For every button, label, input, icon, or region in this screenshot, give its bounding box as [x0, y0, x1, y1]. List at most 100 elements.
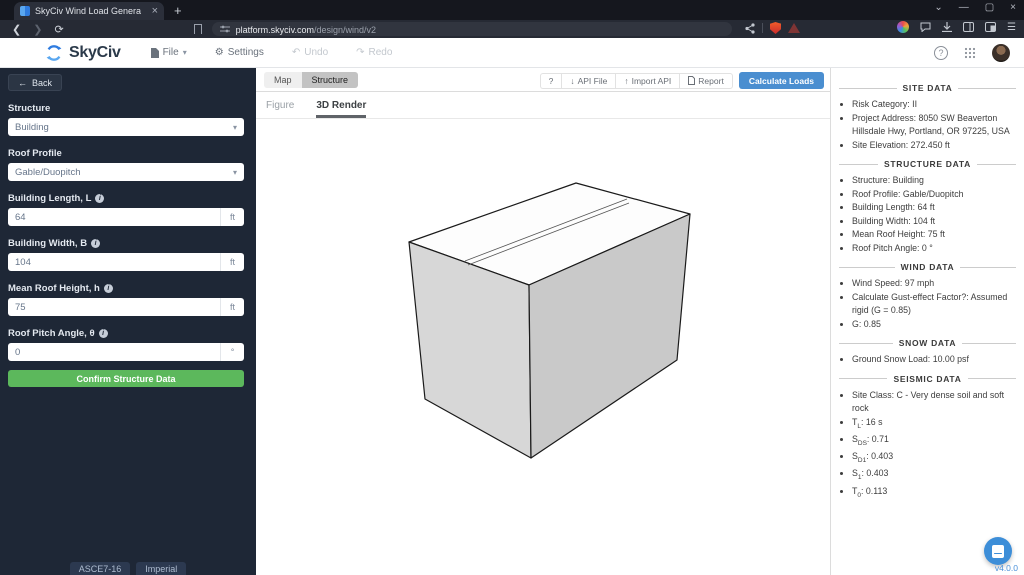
- browser-tab-bar: SkyCiv Wind Load Genera × + ⌄ — ▢ ×: [0, 0, 1024, 20]
- chevron-down-icon: ▾: [183, 48, 187, 57]
- file-icon: [151, 48, 159, 58]
- roof-profile-select[interactable]: Gable/Duopitch ▾: [8, 163, 244, 181]
- tab-group-icon[interactable]: [985, 22, 996, 32]
- bookmark-icon[interactable]: [194, 24, 202, 34]
- roof-pitch-angle-label: Roof Pitch Angle, θ i: [8, 328, 248, 339]
- help-icon[interactable]: ?: [934, 46, 948, 60]
- redo-button: ↷ Redo: [356, 47, 392, 58]
- skyciv-logo-icon: [45, 44, 63, 62]
- list-item: Building Length: 64 ft: [852, 201, 1016, 215]
- info-icon[interactable]: i: [99, 329, 108, 338]
- help-button[interactable]: ?: [540, 73, 562, 89]
- brand-name: SkyCiv: [69, 44, 121, 62]
- window-minimize-icon[interactable]: —: [959, 2, 969, 13]
- gear-icon: ⚙: [215, 47, 224, 58]
- tab-structure[interactable]: Structure: [302, 72, 359, 88]
- structure-data-header: STRUCTURE DATA: [839, 159, 1016, 169]
- list-item: T0: 0.113: [852, 485, 1016, 502]
- shield-extension-icon[interactable]: [770, 22, 781, 34]
- import-api-button[interactable]: ↑ Import API: [615, 73, 679, 89]
- list-item: Structure: Building: [852, 174, 1016, 188]
- chat-icon[interactable]: [920, 22, 931, 32]
- structure-data-list: Structure: Building Roof Profile: Gable/…: [839, 174, 1016, 255]
- share-icon[interactable]: [745, 23, 755, 34]
- skyciv-logo[interactable]: SkyCiv: [45, 44, 121, 62]
- divider: [762, 23, 763, 33]
- report-doc-icon: [688, 76, 695, 85]
- window-close-icon[interactable]: ×: [1010, 2, 1016, 13]
- info-icon[interactable]: i: [95, 194, 104, 203]
- apps-grid-icon[interactable]: [964, 47, 976, 59]
- info-icon[interactable]: i: [104, 284, 113, 293]
- roof-pitch-angle-input[interactable]: [8, 344, 220, 360]
- site-data-list: Risk Category: II Project Address: 8050 …: [839, 98, 1016, 152]
- api-file-button[interactable]: ↓ API File: [561, 73, 615, 89]
- nav-reload-icon[interactable]: ⟳: [54, 23, 63, 36]
- building-length-input[interactable]: [8, 209, 220, 225]
- confirm-structure-data-button[interactable]: Confirm Structure Data: [8, 370, 244, 387]
- tab-figure[interactable]: Figure: [266, 100, 294, 118]
- list-item: Roof Pitch Angle: 0 °: [852, 242, 1016, 256]
- structure-label: Structure: [8, 103, 248, 114]
- app-header: SkyCiv File ▾ ⚙ Settings ↶ Undo ↷ Redo: [0, 38, 1024, 68]
- seismic-data-list: Site Class: C - Very dense soil and soft…: [839, 389, 1016, 502]
- chevron-down-icon: ▾: [233, 123, 237, 132]
- file-menu[interactable]: File ▾: [151, 47, 187, 58]
- chat-fab-icon: [992, 545, 1004, 558]
- list-item: S1: 0.403: [852, 467, 1016, 484]
- user-avatar[interactable]: [992, 44, 1010, 62]
- roof-pitch-angle-field: °: [8, 343, 244, 361]
- nav-back-icon[interactable]: ❮: [12, 23, 21, 36]
- download-icon[interactable]: [942, 22, 952, 32]
- building-width-label: Building Width, B i: [8, 238, 248, 249]
- chevron-down-icon: ▾: [233, 168, 237, 177]
- list-item: Ground Snow Load: 10.00 psf: [852, 353, 1016, 367]
- nav-forward-icon: ❯: [33, 23, 42, 36]
- calculate-loads-button[interactable]: Calculate Loads: [739, 72, 824, 89]
- tab-close-icon[interactable]: ×: [152, 6, 158, 16]
- render-tabs: Figure 3D Render: [256, 92, 830, 119]
- chat-fab-button[interactable]: [984, 537, 1012, 565]
- list-item: Building Width: 104 ft: [852, 215, 1016, 229]
- browser-tab[interactable]: SkyCiv Wind Load Genera ×: [14, 2, 164, 20]
- address-bar[interactable]: platform.skyciv.com/design/wind/v2: [212, 22, 732, 36]
- browser-profile-avatar[interactable]: [897, 21, 909, 33]
- list-item: Mean Roof Height: 75 ft: [852, 228, 1016, 242]
- browser-menu-icon[interactable]: ☰: [1007, 22, 1016, 33]
- window-menu-icon[interactable]: ⌄: [934, 2, 942, 13]
- back-button[interactable]: ← Back: [8, 74, 62, 91]
- building-width-input[interactable]: [8, 254, 220, 270]
- roof-profile-label: Roof Profile: [8, 148, 248, 159]
- mean-roof-height-field: ft: [8, 298, 244, 316]
- undo-icon: ↶: [292, 47, 300, 58]
- list-item: Roof Profile: Gable/Duopitch: [852, 188, 1016, 202]
- site-settings-icon[interactable]: [220, 25, 230, 33]
- sidebar-panel-icon[interactable]: [963, 22, 974, 32]
- info-icon[interactable]: i: [91, 239, 100, 248]
- triangle-extension-icon[interactable]: [788, 23, 800, 33]
- mean-roof-height-unit: ft: [220, 298, 244, 316]
- list-item: Site Elevation: 272.450 ft: [852, 139, 1016, 153]
- building-length-field: ft: [8, 208, 244, 226]
- results-panel: SITE DATA Risk Category: II Project Addr…: [830, 68, 1024, 575]
- window-restore-icon[interactable]: ▢: [985, 2, 994, 13]
- list-item: TL: 16 s: [852, 416, 1016, 433]
- 3d-render-canvas[interactable]: [256, 119, 830, 574]
- upload-icon: ↑: [624, 76, 628, 86]
- browser-nav-bar: ❮ ❯ ⟳ platform.skyciv.com/design/wind/v2: [0, 20, 1024, 38]
- mean-roof-height-input[interactable]: [8, 299, 220, 315]
- download-icon: ↓: [570, 76, 574, 86]
- version-label: v4.0.0: [0, 563, 1018, 573]
- list-item: Project Address: 8050 SW Beaverton Hills…: [852, 112, 1016, 139]
- new-tab-button[interactable]: +: [174, 3, 182, 18]
- wind-data-list: Wind Speed: 97 mph Calculate Gust-effect…: [839, 277, 1016, 331]
- report-button[interactable]: Report: [679, 73, 733, 89]
- main-toolbar: Map Structure ? ↓ API File ↑ Import API …: [256, 68, 830, 92]
- tab-3d-render[interactable]: 3D Render: [316, 100, 366, 118]
- snow-data-header: SNOW DATA: [839, 338, 1016, 348]
- wind-data-header: WIND DATA: [839, 262, 1016, 272]
- back-arrow-icon: ←: [18, 78, 27, 88]
- tab-map[interactable]: Map: [264, 72, 302, 88]
- structure-select[interactable]: Building ▾: [8, 118, 244, 136]
- settings-menu[interactable]: ⚙ Settings: [215, 47, 264, 58]
